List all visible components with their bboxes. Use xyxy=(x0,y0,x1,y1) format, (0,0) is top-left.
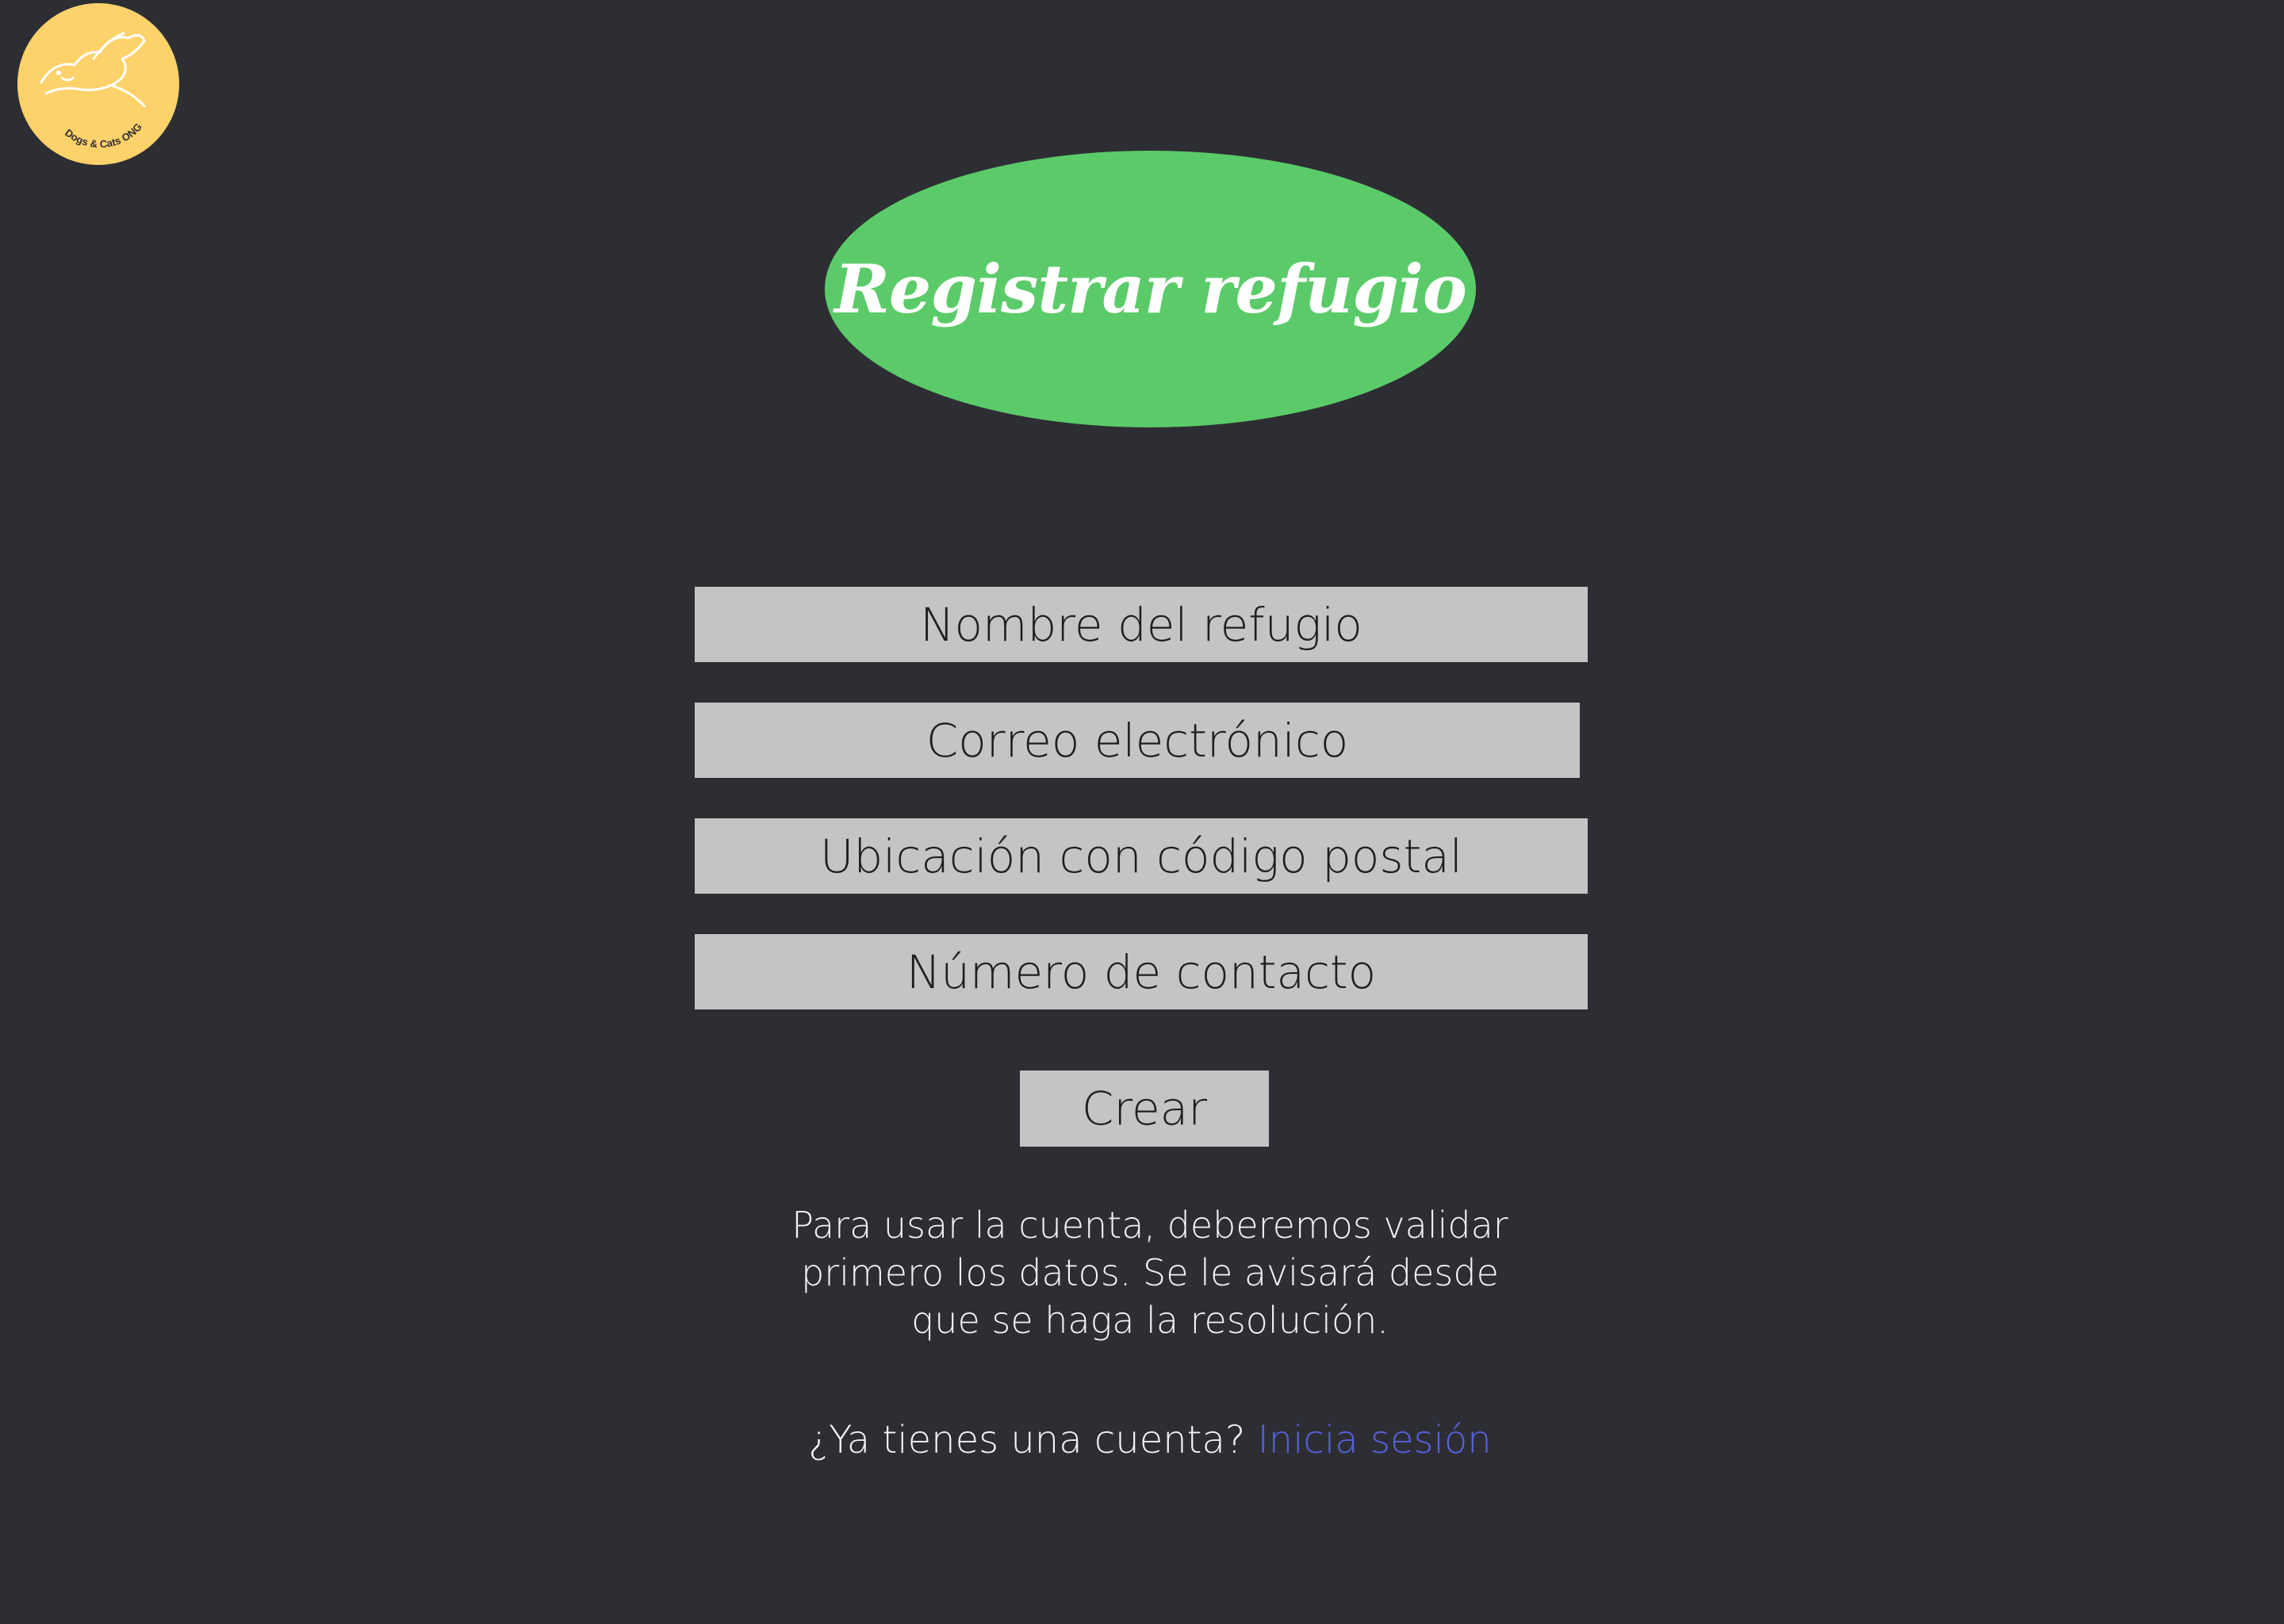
title-badge: Registrar refugio xyxy=(825,151,1476,427)
create-button[interactable]: Crear xyxy=(1020,1071,1269,1147)
email-field[interactable] xyxy=(695,703,1580,778)
location-postal-code-field[interactable] xyxy=(695,818,1588,894)
login-prompt-text: ¿Ya tienes una cuenta? xyxy=(808,1418,1246,1462)
logo-text: Dogs & Cats ONG xyxy=(63,121,144,150)
page-title: Registrar refugio xyxy=(834,250,1467,328)
notice-line: Para usar la cuenta, deberemos validar xyxy=(791,1204,1508,1247)
shelter-name-field[interactable] xyxy=(695,587,1588,662)
dove-logo-icon: Dogs & Cats ONG xyxy=(40,32,146,150)
contact-number-field[interactable] xyxy=(695,934,1588,1009)
notice-line: que se haga la resolución. xyxy=(911,1299,1389,1342)
login-link[interactable]: Inicia sesión xyxy=(1258,1418,1492,1462)
login-prompt-row: ¿Ya tienes una cuenta? Inicia sesión xyxy=(634,1418,1665,1462)
notice-line: primero los datos. Se le avisará desde xyxy=(801,1251,1499,1294)
validation-notice: Para usar la cuenta, deberemos validar p… xyxy=(714,1201,1586,1344)
brand-logo: Dogs & Cats ONG xyxy=(17,3,179,165)
